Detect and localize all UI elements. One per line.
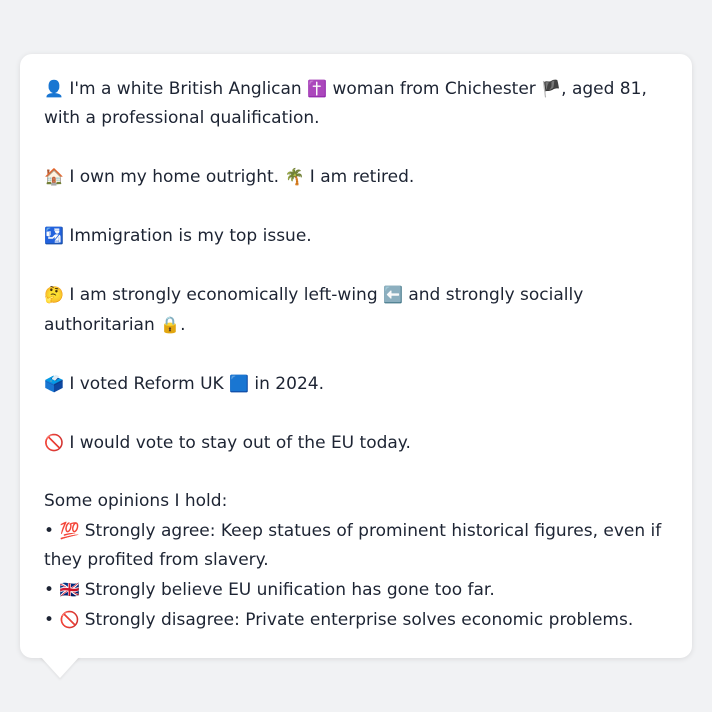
opinion-text: Strongly disagree: Private enterprise so… — [84, 610, 634, 630]
bullet: • — [44, 610, 55, 630]
list-item: • 🇬🇧 Strongly believe EU unification has… — [44, 575, 672, 605]
left-arrow-icon: ⬅️ — [383, 285, 403, 304]
opinions-heading: Some opinions I hold: — [44, 491, 228, 511]
cross-icon: ✝️ — [307, 79, 328, 98]
politics-line: 🤔 I am strongly economically left-wing ⬅… — [44, 280, 672, 340]
bullet: • — [44, 521, 55, 541]
uk-flag-icon: 🇬🇧 — [59, 580, 80, 599]
home-text-a: I own my home outright. — [69, 167, 280, 187]
politics-text-a: I am strongly economically left-wing — [69, 285, 378, 305]
eu-text: I would vote to stay out of the EU today… — [69, 433, 411, 453]
identity-text-a: I'm a white British Anglican — [69, 79, 302, 99]
identity-text-b: woman from Chichester — [332, 79, 536, 99]
eu-line: 🚫 I would vote to stay out of the EU tod… — [44, 428, 672, 458]
home-text-b: I am retired. — [309, 167, 415, 187]
issue-line: 🛂 Immigration is my top issue. — [44, 221, 672, 251]
england-flag-icon: 🏴 — [541, 79, 562, 98]
prohibited-icon: 🚫 — [44, 433, 64, 452]
vote-line: 🗳️ I voted Reform UK 🟦 in 2024. — [44, 369, 672, 399]
vote-text-b: in 2024. — [254, 374, 324, 394]
persona-message-bubble: 👤 I'm a white British Anglican ✝️ woman … — [20, 54, 692, 658]
home-line: 🏠 I own my home outright. 🌴 I am retired… — [44, 162, 672, 192]
bubble-tail — [40, 656, 80, 678]
person-icon: 👤 — [44, 79, 64, 98]
opinions-section: Some opinions I hold: • 💯 Strongly agree… — [44, 487, 672, 635]
opinion-text: Strongly believe EU unification has gone… — [84, 580, 495, 600]
list-item: • 🚫 Strongly disagree: Private enterpris… — [44, 605, 672, 635]
prohibited-icon: 🚫 — [59, 610, 80, 629]
vote-text-a: I voted Reform UK — [69, 374, 224, 394]
ballot-box-icon: 🗳️ — [44, 374, 64, 393]
bullet: • — [44, 580, 55, 600]
hundred-points-icon: 💯 — [59, 521, 80, 540]
identity-line: 👤 I'm a white British Anglican ✝️ woman … — [44, 74, 672, 133]
passport-control-icon: 🛂 — [44, 226, 64, 245]
palm-tree-icon: 🌴 — [284, 167, 305, 186]
opinion-text: Strongly agree: Keep statues of prominen… — [44, 521, 662, 570]
list-item: • 💯 Strongly agree: Keep statues of prom… — [44, 516, 672, 575]
lock-icon: 🔒 — [160, 315, 181, 334]
blue-square-icon: 🟦 — [229, 374, 249, 393]
house-icon: 🏠 — [44, 167, 64, 186]
thinking-face-icon: 🤔 — [44, 285, 64, 304]
politics-text-c: . — [180, 315, 186, 335]
issue-text: Immigration is my top issue. — [69, 226, 312, 246]
